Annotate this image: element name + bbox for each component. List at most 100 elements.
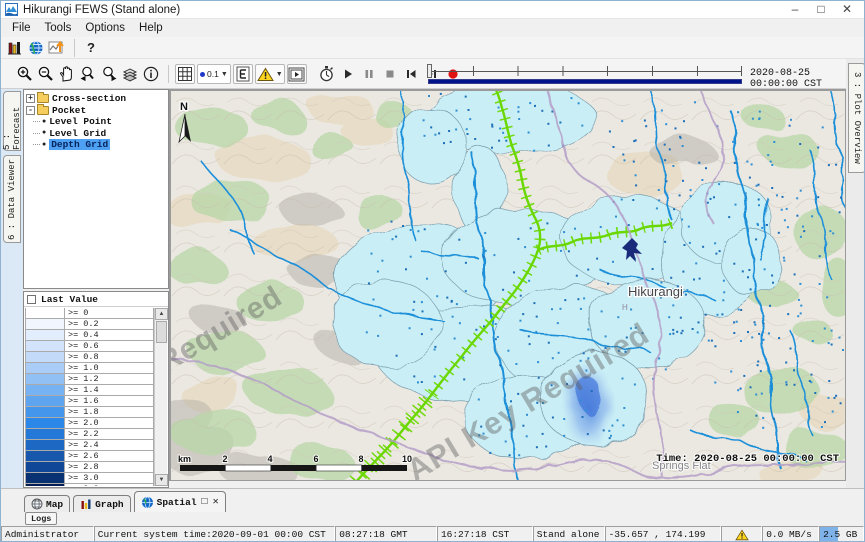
- legend-row[interactable]: >= 2.0: [25, 418, 154, 429]
- legend-row-label: >= 3.0: [65, 473, 154, 484]
- legend-row[interactable]: >= 2.6: [25, 451, 154, 462]
- stop-button[interactable]: [380, 64, 400, 84]
- status-transfer-rate: 0.0 MB/s: [762, 526, 819, 542]
- legend-row-label: >= 0.8: [65, 352, 154, 363]
- animation-export-button[interactable]: [287, 64, 307, 84]
- zoom-previous-button[interactable]: [78, 64, 98, 84]
- collapse-icon[interactable]: -: [26, 106, 35, 115]
- maximize-button[interactable]: □: [808, 1, 834, 19]
- legend-header: Last Value: [24, 292, 168, 307]
- warning-icon: [257, 67, 274, 82]
- minimize-button[interactable]: –: [782, 1, 808, 19]
- tree-node-level-point[interactable]: ● Level Point: [25, 116, 167, 128]
- close-icon[interactable]: ✕: [213, 496, 219, 508]
- legend-row[interactable]: >= 2.4: [25, 440, 154, 451]
- menu-bar: File Tools Options Help: [1, 19, 864, 37]
- tree-node-cross-section[interactable]: + Cross-section: [25, 93, 167, 105]
- legend-scrollbar[interactable]: ▲ ▼: [154, 308, 167, 486]
- menu-file[interactable]: File: [5, 22, 38, 34]
- status-gmt-time: 08:27:18 GMT: [335, 526, 437, 542]
- database-icon: [7, 40, 24, 56]
- legend-row[interactable]: >= 0.6: [25, 341, 154, 352]
- legend-row[interactable]: >= 1.4: [25, 385, 154, 396]
- tab-graph[interactable]: Graph: [73, 495, 131, 512]
- legend-row[interactable]: >= 1.2: [25, 374, 154, 385]
- help-button[interactable]: ?: [81, 38, 101, 58]
- legend-row-label: >= 1.8: [65, 407, 154, 418]
- timeline-thumb[interactable]: [427, 64, 432, 78]
- database-button[interactable]: [5, 38, 25, 58]
- status-mode: Stand alone: [533, 526, 605, 542]
- legend-row[interactable]: >= 1.6: [25, 396, 154, 407]
- legend-color-swatch: [25, 418, 65, 429]
- right-tab-strip: 3 : Plot Overview: [846, 59, 865, 488]
- tab-forecast[interactable]: 5 : Forecast: [3, 91, 21, 151]
- scroll-down-icon[interactable]: ▼: [155, 474, 168, 486]
- blue-globe-icon: [141, 496, 154, 509]
- legend-row[interactable]: >= 1.0: [25, 363, 154, 374]
- legend-button[interactable]: [233, 64, 253, 84]
- app-window: Hikurangi FEWS (Stand alone) – □ ✕ File …: [0, 0, 865, 542]
- last-value-checkbox[interactable]: [27, 295, 36, 304]
- zoom-previous-icon: [79, 65, 97, 83]
- tree-node-level-grid[interactable]: ● Level Grid: [25, 128, 167, 140]
- play-button[interactable]: [338, 64, 358, 84]
- pause-icon: [362, 67, 376, 81]
- expand-icon[interactable]: +: [26, 94, 35, 103]
- legend-row[interactable]: >= 3.0: [25, 473, 154, 484]
- pause-button[interactable]: [359, 64, 379, 84]
- grid-display-button[interactable]: [175, 64, 195, 84]
- logs-button[interactable]: Logs: [25, 512, 57, 525]
- tab-spatial[interactable]: Spatial □ ✕: [134, 491, 226, 512]
- legend-color-swatch: [25, 484, 65, 486]
- stop-icon: [383, 67, 397, 81]
- tab-data-viewer[interactable]: 6 : Data Viewer: [3, 155, 21, 243]
- timeline-slider[interactable]: [426, 63, 744, 84]
- restore-icon[interactable]: □: [202, 497, 208, 508]
- scroll-thumb[interactable]: [156, 321, 167, 343]
- legend-color-swatch: [25, 462, 65, 473]
- legend-row[interactable]: >= 1.8: [25, 407, 154, 418]
- tab-map[interactable]: Map: [24, 495, 70, 512]
- map-view[interactable]: H N API Key Required API Key Required Hi…: [169, 89, 846, 481]
- menu-options[interactable]: Options: [78, 22, 132, 34]
- legend-row[interactable]: >= 3.2: [25, 484, 154, 486]
- first-timestep-button[interactable]: [401, 64, 421, 84]
- tree-node-depth-grid[interactable]: ● Depth Grid: [25, 139, 167, 151]
- class-interval-dropdown[interactable]: 0.1 ▼: [197, 64, 231, 84]
- stopwatch-button[interactable]: [317, 64, 337, 84]
- bullet-icon: ●: [42, 129, 46, 137]
- tree-node-pocket[interactable]: - Pocket: [25, 105, 167, 117]
- legend-row[interactable]: >= 2.8: [25, 462, 154, 473]
- legend-color-swatch: [25, 385, 65, 396]
- legend-row[interactable]: >= 0.2: [25, 319, 154, 330]
- menu-help[interactable]: Help: [132, 22, 170, 34]
- close-button[interactable]: ✕: [834, 1, 860, 19]
- legend-row[interactable]: >= 0.8: [25, 352, 154, 363]
- layers-button[interactable]: [120, 64, 140, 84]
- info-button[interactable]: [141, 64, 161, 84]
- pan-button[interactable]: [57, 64, 77, 84]
- svg-text:km: km: [178, 454, 191, 464]
- legend-row[interactable]: >= 2.2: [25, 429, 154, 440]
- globe-button[interactable]: [26, 38, 46, 58]
- zoom-next-button[interactable]: [99, 64, 119, 84]
- zoom-in-icon: [16, 65, 34, 83]
- map-canvas[interactable]: H N API Key Required API Key Required Hi…: [170, 90, 846, 481]
- legend-row-label: >= 0.2: [65, 319, 154, 330]
- zoom-out-button[interactable]: [36, 64, 56, 84]
- tree-node-label: Pocket: [52, 105, 86, 116]
- warnings-dropdown[interactable]: ▼: [255, 64, 285, 84]
- menu-tools[interactable]: Tools: [38, 22, 79, 34]
- timeseries-chart-button[interactable]: [47, 38, 67, 58]
- tree-connector: [33, 144, 40, 145]
- tab-plot-overview[interactable]: 3 : Plot Overview: [848, 63, 865, 173]
- legend-row[interactable]: >= 0: [25, 308, 154, 319]
- tree-node-label: Cross-section: [52, 93, 126, 104]
- layers-icon: [121, 65, 139, 83]
- legend-row[interactable]: >= 0.4: [25, 330, 154, 341]
- status-warning[interactable]: [721, 526, 762, 542]
- legend-color-swatch: [25, 363, 65, 374]
- scroll-up-icon[interactable]: ▲: [155, 308, 168, 320]
- zoom-in-button[interactable]: [15, 64, 35, 84]
